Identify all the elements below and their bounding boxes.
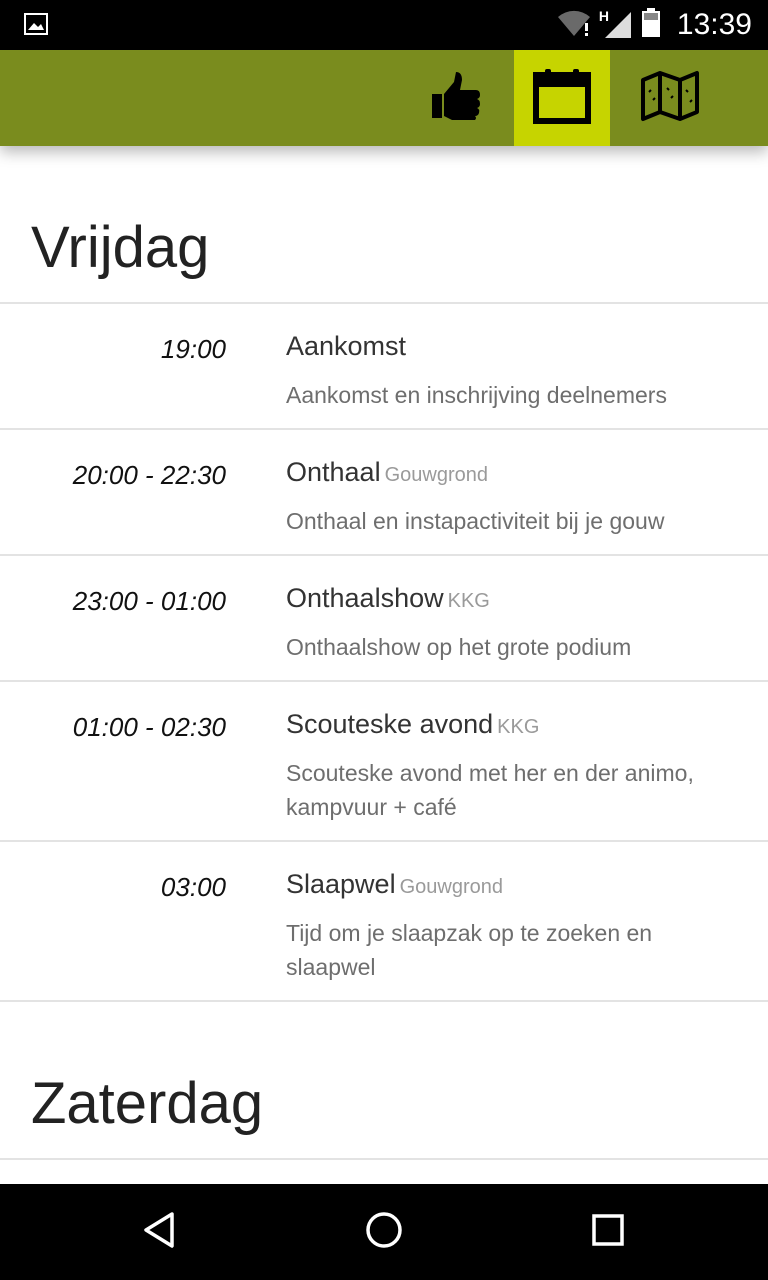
status-bar: H 13:39 — [0, 0, 768, 50]
battery-icon — [641, 8, 661, 42]
event-title-line: Slaapwel Gouwgrond — [286, 869, 503, 900]
signal-icon: H — [599, 8, 633, 40]
event-description: Aankomst en inschrijving deelnemers — [286, 382, 667, 408]
back-icon — [140, 1210, 180, 1254]
divider — [0, 1158, 768, 1160]
event-time: 01:00 - 02:30 — [72, 712, 226, 742]
day-heading: Zaterdag — [31, 1071, 264, 1136]
event-description: Onthaalshow op het grote podium — [286, 634, 632, 660]
event-description: Onthaal en instapactiviteit bij je gouw — [286, 508, 665, 534]
event-title-line: Aankomst — [286, 331, 406, 362]
back-button[interactable] — [136, 1208, 184, 1256]
event-title-line: Onthaal Gouwgrond — [286, 457, 488, 488]
event-title: Slaapwel — [286, 869, 396, 899]
event-location: KKG — [447, 590, 490, 612]
schedule-content[interactable]: Vrijdag 19:00 Aankomst Aankomst en insch… — [0, 146, 768, 1184]
tab-like[interactable] — [408, 50, 504, 146]
day-heading: Vrijdag — [31, 215, 210, 280]
tab-map[interactable] — [622, 50, 718, 146]
event-time: 23:00 - 01:00 — [72, 586, 226, 616]
event-row[interactable]: 03:00 Slaapwel Gouwgrond Tijd om je slaap… — [0, 842, 768, 1000]
image-notification-icon — [24, 13, 48, 35]
event-description: Scouteske avond met her en der animo, ka… — [286, 760, 694, 820]
event-row[interactable]: 19:00 Aankomst Aankomst en inschrijving … — [0, 304, 768, 428]
event-row[interactable]: 23:00 - 01:00 Onthaalshow KKG Onthaalshow… — [0, 556, 768, 680]
home-button[interactable] — [360, 1208, 408, 1256]
event-time: 20:00 - 22:30 — [72, 460, 226, 490]
event-title: Scouteske avond — [286, 709, 494, 739]
divider — [0, 1000, 768, 1002]
event-title: Onthaalshow — [286, 583, 444, 613]
event-time: 03:00 — [160, 872, 226, 902]
event-title: Onthaal — [286, 457, 381, 487]
event-location: Gouwgrond — [399, 876, 503, 898]
navigation-bar — [0, 1184, 768, 1280]
event-location: KKG — [497, 716, 540, 738]
thumbs-up-icon — [430, 70, 482, 126]
event-row[interactable]: 01:00 - 02:30 Scouteske avond KKG Scoutes… — [0, 682, 768, 840]
status-time: 13:39 — [676, 8, 752, 41]
event-time: 19:00 — [160, 334, 226, 364]
event-description: Tijd om je slaapzak op te zoeken en slaa… — [286, 920, 653, 980]
wifi-icon — [557, 9, 591, 41]
event-location: Gouwgrond — [384, 464, 488, 486]
tab-calendar[interactable] — [514, 50, 610, 146]
event-row[interactable]: 20:00 - 22:30 Onthaal Gouwgrond Onthaal e… — [0, 430, 768, 554]
event-title-line: Onthaalshow KKG — [286, 583, 490, 614]
home-icon — [364, 1210, 404, 1254]
map-icon — [640, 70, 700, 126]
event-title: Aankomst — [286, 331, 407, 361]
recents-icon — [590, 1212, 626, 1252]
recents-button[interactable] — [584, 1208, 632, 1256]
app-bar — [0, 50, 768, 146]
event-title-line: Scouteske avond KKG — [286, 709, 539, 740]
calendar-icon — [533, 67, 591, 129]
